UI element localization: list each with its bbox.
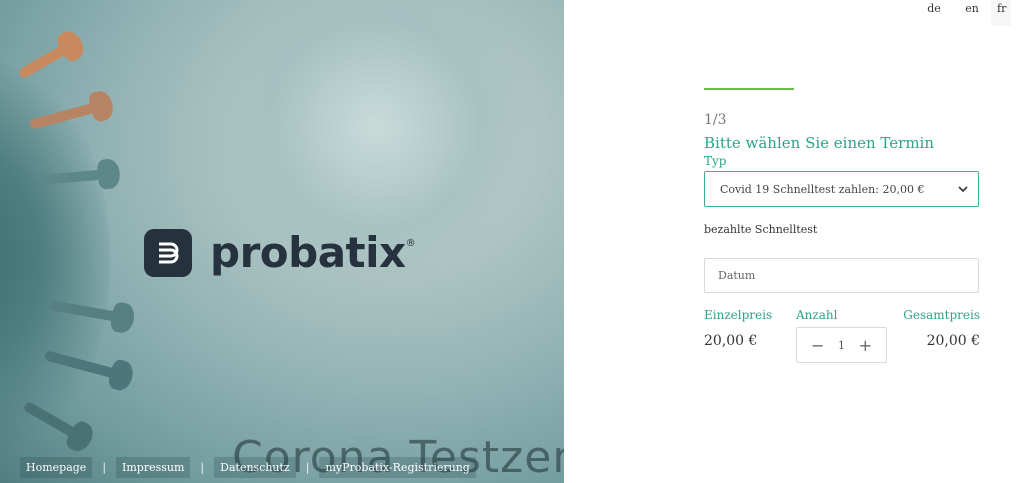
unit-price-label: Einzelpreis [704, 308, 773, 322]
plus-icon[interactable]: + [859, 336, 872, 355]
virus-spike [17, 40, 75, 80]
footer-link-impressum[interactable]: Impressum [116, 457, 191, 478]
type-label: Typ [704, 154, 727, 168]
language-switcher: de en fr [915, 0, 1024, 26]
footer-nav: Homepage | Impressum | Datenschutz | myP… [20, 457, 476, 478]
quantity-stepper[interactable]: − 1 + [796, 327, 887, 363]
footer-link-myprobatix-registrierung[interactable]: myProbatix-Registrierung [319, 457, 476, 478]
step-indicator: 1/3 [704, 112, 727, 128]
chevron-down-icon [958, 183, 968, 196]
unit-price-value: 20,00 € [704, 333, 758, 349]
footer-separator: | [200, 461, 205, 474]
probatix-logo[interactable]: probatix ® [144, 228, 416, 277]
footer-link-datenschutz[interactable]: Datenschutz [214, 457, 296, 478]
date-field[interactable]: Datum [704, 258, 979, 293]
lang-de[interactable]: de [915, 0, 953, 26]
booking-title: Bitte wählen Sie einen Termin [704, 134, 934, 152]
minus-icon[interactable]: − [811, 336, 824, 355]
footer-separator: | [102, 461, 107, 474]
footer-separator: | [305, 461, 310, 474]
registered-mark: ® [405, 238, 416, 249]
progress-bar [704, 88, 794, 90]
quantity-value: 1 [838, 338, 845, 352]
lang-en[interactable]: en [953, 0, 991, 26]
footer-link-homepage[interactable]: Homepage [20, 457, 93, 478]
logo-wordmark: probatix [210, 228, 406, 277]
type-note: bezahlte Schnelltest [704, 223, 818, 236]
hero-image: Corona Testzen probatix ® Homepage | Imp… [0, 0, 564, 483]
type-select-value: Covid 19 Schnelltest zahlen: 20,00 € [720, 182, 925, 196]
type-select[interactable]: Covid 19 Schnelltest zahlen: 20,00 € [704, 171, 979, 207]
price-header: Einzelpreis Anzahl Gesamtpreis [704, 308, 980, 322]
quantity-label: Anzahl [796, 308, 838, 322]
logo-mark-icon [144, 228, 192, 277]
date-placeholder: Datum [718, 269, 756, 282]
price-row: 20,00 € − 1 + 20,00 € [704, 327, 980, 367]
total-price-value: 20,00 € [926, 333, 980, 349]
lang-fr[interactable]: fr [991, 0, 1011, 26]
total-price-label: Gesamtpreis [903, 308, 980, 322]
booking-panel: 1/3 Bitte wählen Sie einen Termin Typ Co… [704, 88, 980, 367]
